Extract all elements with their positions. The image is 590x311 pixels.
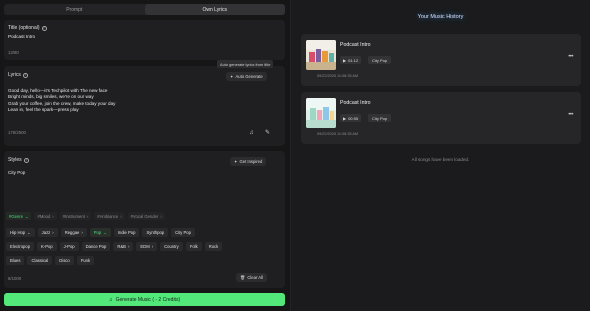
lyrics-char-count: 179/2500 [8, 130, 26, 135]
play-icon: ▶ [343, 57, 347, 63]
genre-chip[interactable]: Electropop [6, 242, 35, 251]
chevron-right-icon: › [52, 213, 54, 219]
music-note-icon[interactable]: ♫ [248, 129, 255, 136]
play-icon: ▶ [343, 115, 347, 121]
tab-own-lyrics[interactable]: Own Lyrics [144, 4, 285, 15]
song-date: 09/22/2025 11:08:35 AM [317, 74, 359, 78]
genre-chip[interactable]: Reggae › [60, 228, 87, 237]
chevron-right-icon: › [127, 244, 130, 249]
song-style-badge: City Pop [368, 114, 392, 122]
song-cover-image[interactable] [306, 98, 336, 128]
genre-chip[interactable]: EDM › [136, 242, 158, 251]
title-label: Title (optional) i [8, 25, 47, 31]
chevron-right-icon: › [160, 213, 162, 219]
styles-input[interactable]: City Pop [8, 170, 25, 176]
info-icon[interactable]: i [22, 72, 28, 78]
category-instrument[interactable]: #Instrument › [59, 212, 92, 220]
genre-chip[interactable]: Folk [185, 242, 202, 251]
history-title: Your Music History [417, 14, 464, 20]
chevron-down-icon: ⌄ [24, 213, 29, 219]
play-button[interactable]: ▶ 00:55 [340, 114, 362, 122]
chevron-down-icon: ⌄ [27, 230, 31, 235]
title-card: Title (optional) i Podcast Intro 13/80 [4, 20, 285, 60]
song-creation-panel: Prompt Own Lyrics Title (optional) i Pod… [0, 0, 290, 311]
info-icon[interactable]: i [23, 157, 29, 163]
chevron-down-icon: ⌄ [103, 230, 107, 235]
styles-label: Styles i [8, 157, 29, 163]
play-button[interactable]: ▶ 01:12 [340, 56, 362, 64]
genre-chip-selected[interactable]: Pop ⌄ [89, 228, 111, 237]
genre-chip[interactable]: Disco [55, 256, 74, 265]
song-title: Podcast Intro [340, 100, 371, 106]
song-card[interactable]: Podcast Intro ▶ 01:12 City Pop 09/22/202… [301, 34, 581, 86]
auto-generate-button[interactable]: ✦ Auto Generate [226, 72, 267, 81]
genre-chip[interactable]: Hip Hop ⌄ [6, 228, 35, 237]
category-ambiance[interactable]: #Ambiance › [94, 212, 125, 220]
chevron-right-icon: › [81, 230, 83, 235]
category-genre[interactable]: #Genre ⌄ [6, 212, 32, 220]
tab-prompt[interactable]: Prompt [4, 4, 145, 15]
title-input[interactable]: Podcast Intro [8, 34, 35, 40]
chevron-right-icon: › [151, 244, 154, 249]
genre-chip[interactable]: Blues [6, 256, 25, 265]
trash-icon: 🗑 [240, 274, 246, 280]
sparkle-icon: ✦ [234, 159, 238, 164]
genre-chip[interactable]: Funk [76, 256, 95, 265]
genre-chip[interactable]: Indie Pop [113, 228, 140, 237]
genre-chip[interactable]: Country [160, 242, 183, 251]
genre-chip[interactable]: K-Pop [37, 242, 57, 251]
genre-chip[interactable]: R&B › [113, 242, 134, 251]
lyrics-label: Lyrics i [8, 72, 28, 78]
genre-chip[interactable]: Synthpop [142, 228, 169, 237]
song-duration: 01:12 [348, 57, 359, 63]
genre-chip[interactable]: Classical [27, 256, 53, 265]
generate-music-button[interactable]: ♫ Generate Music ( - 2 Credits) [4, 293, 285, 306]
song-title: Podcast Intro [340, 42, 371, 48]
song-date: 09/22/2025 11:08:35 AM [317, 132, 359, 136]
mode-tabs: Prompt Own Lyrics [4, 4, 285, 15]
sparkle-icon: ✦ [230, 74, 234, 79]
info-icon[interactable]: i [41, 25, 47, 31]
category-vocal-gender[interactable]: #Vocal Gender › [127, 212, 165, 220]
chevron-right-icon: › [120, 213, 122, 219]
lyrics-textarea[interactable]: Good day, hello—it's Techpilot with The … [8, 88, 115, 113]
clear-all-button[interactable]: 🗑 Clear All [236, 273, 267, 282]
song-cover-image[interactable] [306, 40, 336, 70]
music-note-icon: ♫ [108, 296, 113, 303]
style-categories: #Genre ⌄ #Mood › #Instrument › #Ambiance › #… [6, 212, 165, 220]
styles-char-count: 8/1000 [8, 276, 22, 281]
genre-chip[interactable]: Jazz › [37, 228, 58, 237]
edit-icon[interactable]: ✎ [264, 129, 271, 136]
lyrics-card: Lyrics i ✦ Auto Generate Good day, hello… [4, 66, 285, 146]
genre-chip-row: Blues Classical Disco Funk [6, 256, 276, 265]
genre-chip[interactable]: City Pop [171, 228, 195, 237]
genre-chip-row: Hip Hop ⌄ Jazz › Reggae › Pop ⌄ Indie Pop Sy… [6, 228, 276, 237]
title-char-count: 13/80 [8, 50, 19, 55]
more-options-icon[interactable]: ••• [568, 54, 573, 60]
all-loaded-message: All songs have been loaded. [411, 157, 470, 162]
auto-generate-tooltip: Auto generate lyrics from title [217, 60, 274, 68]
category-mood[interactable]: #Mood › [34, 212, 57, 220]
song-style-badge: City Pop [368, 56, 392, 64]
chevron-right-icon: › [52, 230, 54, 235]
genre-chip[interactable]: J-Pop [59, 242, 79, 251]
music-history-panel: Your Music History Podcast Intro ▶ 01:12… [291, 0, 590, 311]
song-card[interactable]: Podcast Intro ▶ 00:55 City Pop 09/22/202… [301, 92, 581, 144]
more-options-icon[interactable]: ••• [568, 112, 573, 118]
genre-chip-row: Electropop K-Pop J-Pop Dance Pop R&B › ED… [6, 242, 276, 251]
get-inspired-button[interactable]: ✦ Get Inspired [230, 157, 267, 166]
genre-chip[interactable]: Rock [204, 242, 223, 251]
genre-chip[interactable]: Dance Pop [81, 242, 111, 251]
song-duration: 00:55 [348, 115, 359, 121]
chevron-right-icon: › [86, 213, 89, 219]
